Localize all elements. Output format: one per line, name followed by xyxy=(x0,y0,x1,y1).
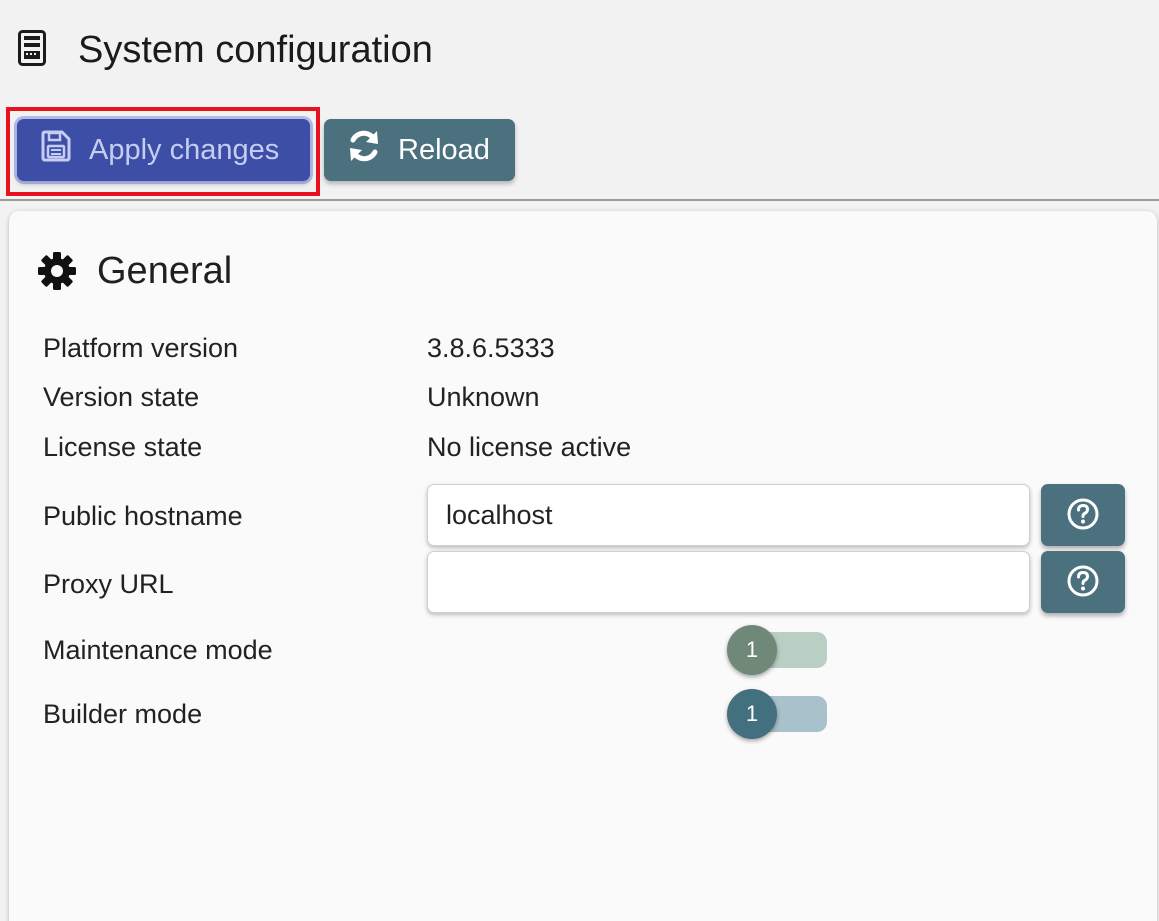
general-card: General Platform version 3.8.6.5333 Vers… xyxy=(9,211,1157,921)
apply-changes-label: Apply changes xyxy=(89,133,280,166)
toolbar-divider xyxy=(0,199,1159,201)
version-state-value: Unknown xyxy=(427,382,540,412)
section-title: General xyxy=(97,250,233,292)
public-hostname-label: Public hostname xyxy=(43,501,243,531)
platform-version-value: 3.8.6.5333 xyxy=(427,333,555,363)
floppy-disk-icon xyxy=(41,130,71,170)
proxy-url-label: Proxy URL xyxy=(43,569,174,599)
gear-icon xyxy=(37,251,77,291)
page-title: System configuration xyxy=(78,29,433,71)
license-state-label: License state xyxy=(43,432,203,462)
proxy-url-help-button[interactable] xyxy=(1041,551,1125,613)
toolbar: Apply changes Reload xyxy=(0,104,1159,200)
maintenance-mode-toggle[interactable]: 1 xyxy=(727,625,827,675)
question-circle-icon xyxy=(1066,564,1100,601)
public-hostname-help-button[interactable] xyxy=(1041,484,1125,546)
reload-label: Reload xyxy=(398,133,490,166)
builder-mode-knob: 1 xyxy=(727,689,777,739)
page-header: System configuration xyxy=(0,0,1159,100)
maintenance-mode-label: Maintenance mode xyxy=(43,635,273,665)
version-state-label: Version state xyxy=(43,382,200,412)
sync-icon xyxy=(346,128,382,172)
platform-version-label: Platform version xyxy=(43,333,239,363)
question-circle-icon xyxy=(1066,497,1100,534)
builder-mode-toggle[interactable]: 1 xyxy=(727,689,827,739)
license-state-value: No license active xyxy=(427,432,632,462)
server-icon xyxy=(18,30,46,66)
reload-button[interactable]: Reload xyxy=(324,119,515,181)
builder-mode-label: Builder mode xyxy=(43,699,203,729)
maintenance-mode-knob: 1 xyxy=(727,625,777,675)
apply-changes-button[interactable]: Apply changes xyxy=(17,119,310,181)
public-hostname-input[interactable] xyxy=(427,484,1030,546)
proxy-url-input[interactable] xyxy=(427,551,1030,613)
